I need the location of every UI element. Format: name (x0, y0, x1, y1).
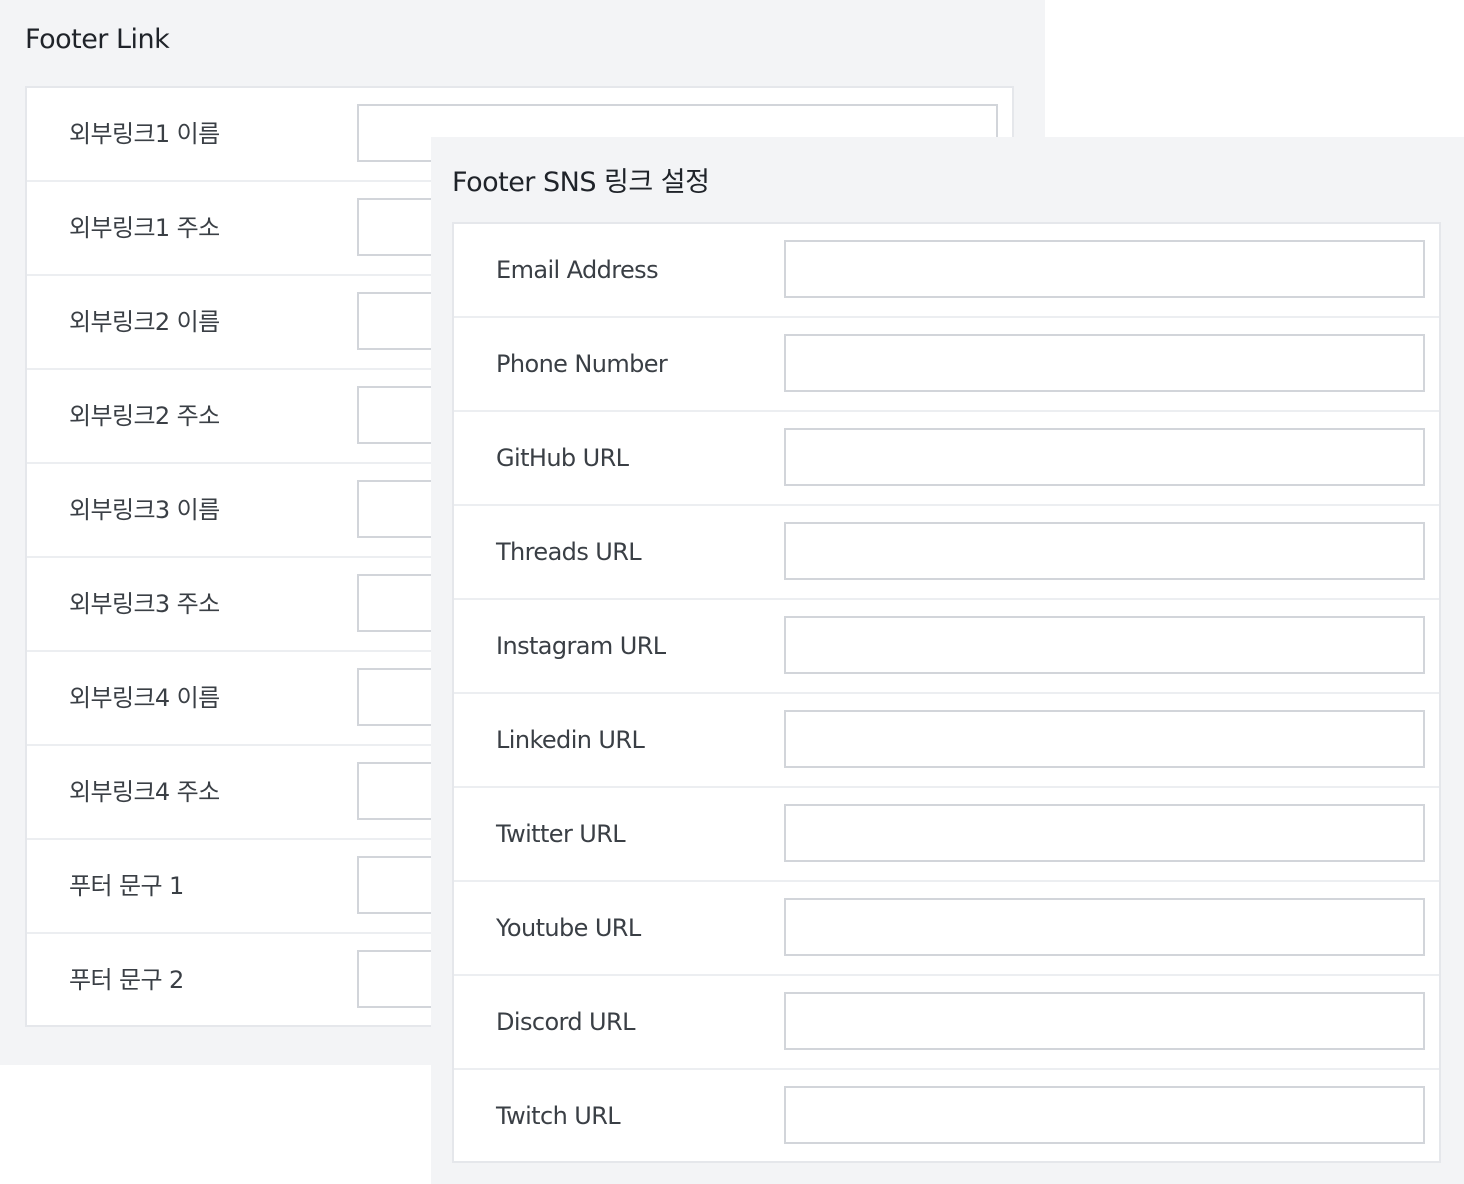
form-row-phone: Phone Number (454, 318, 1439, 412)
form-row-instagram: Instagram URL (454, 600, 1439, 694)
youtube-url-input[interactable] (784, 898, 1425, 956)
field-label: 푸터 문구 1 (69, 872, 184, 900)
form-row-threads: Threads URL (454, 506, 1439, 600)
linkedin-url-input[interactable] (784, 710, 1425, 768)
field-label: Threads URL (496, 538, 642, 566)
email-address-input[interactable] (784, 240, 1425, 298)
field-label: 외부링크1 이름 (69, 120, 220, 148)
field-label: 푸터 문구 2 (69, 966, 184, 994)
sns-link-form: Email Address Phone Number GitHub URL Th… (452, 222, 1441, 1163)
field-label: Instagram URL (496, 632, 666, 660)
threads-url-input[interactable] (784, 522, 1425, 580)
form-row-linkedin: Linkedin URL (454, 694, 1439, 788)
field-label: Email Address (496, 256, 659, 284)
field-label: 외부링크3 주소 (69, 590, 220, 618)
form-row-twitch: Twitch URL (454, 1070, 1439, 1164)
form-row-discord: Discord URL (454, 976, 1439, 1070)
field-label: Phone Number (496, 350, 668, 378)
field-label: Youtube URL (496, 914, 641, 942)
discord-url-input[interactable] (784, 992, 1425, 1050)
field-label: Twitch URL (496, 1102, 621, 1130)
phone-number-input[interactable] (784, 334, 1425, 392)
panel-title: Footer Link (25, 24, 170, 55)
field-label: GitHub URL (496, 444, 629, 472)
panel-title: Footer SNS 링크 설정 (452, 167, 710, 198)
field-label: 외부링크3 이름 (69, 496, 220, 524)
form-row-youtube: Youtube URL (454, 882, 1439, 976)
footer-sns-panel: Footer SNS 링크 설정 Email Address Phone Num… (431, 137, 1464, 1184)
github-url-input[interactable] (784, 428, 1425, 486)
instagram-url-input[interactable] (784, 616, 1425, 674)
form-row-email: Email Address (454, 224, 1439, 318)
twitter-url-input[interactable] (784, 804, 1425, 862)
field-label: Linkedin URL (496, 726, 645, 754)
field-label: 외부링크4 주소 (69, 778, 220, 806)
field-label: 외부링크2 이름 (69, 308, 220, 336)
form-row-twitter: Twitter URL (454, 788, 1439, 882)
twitch-url-input[interactable] (784, 1086, 1425, 1144)
form-row-github: GitHub URL (454, 412, 1439, 506)
field-label: 외부링크1 주소 (69, 214, 220, 242)
field-label: Discord URL (496, 1008, 635, 1036)
field-label: Twitter URL (496, 820, 626, 848)
field-label: 외부링크4 이름 (69, 684, 220, 712)
field-label: 외부링크2 주소 (69, 402, 220, 430)
